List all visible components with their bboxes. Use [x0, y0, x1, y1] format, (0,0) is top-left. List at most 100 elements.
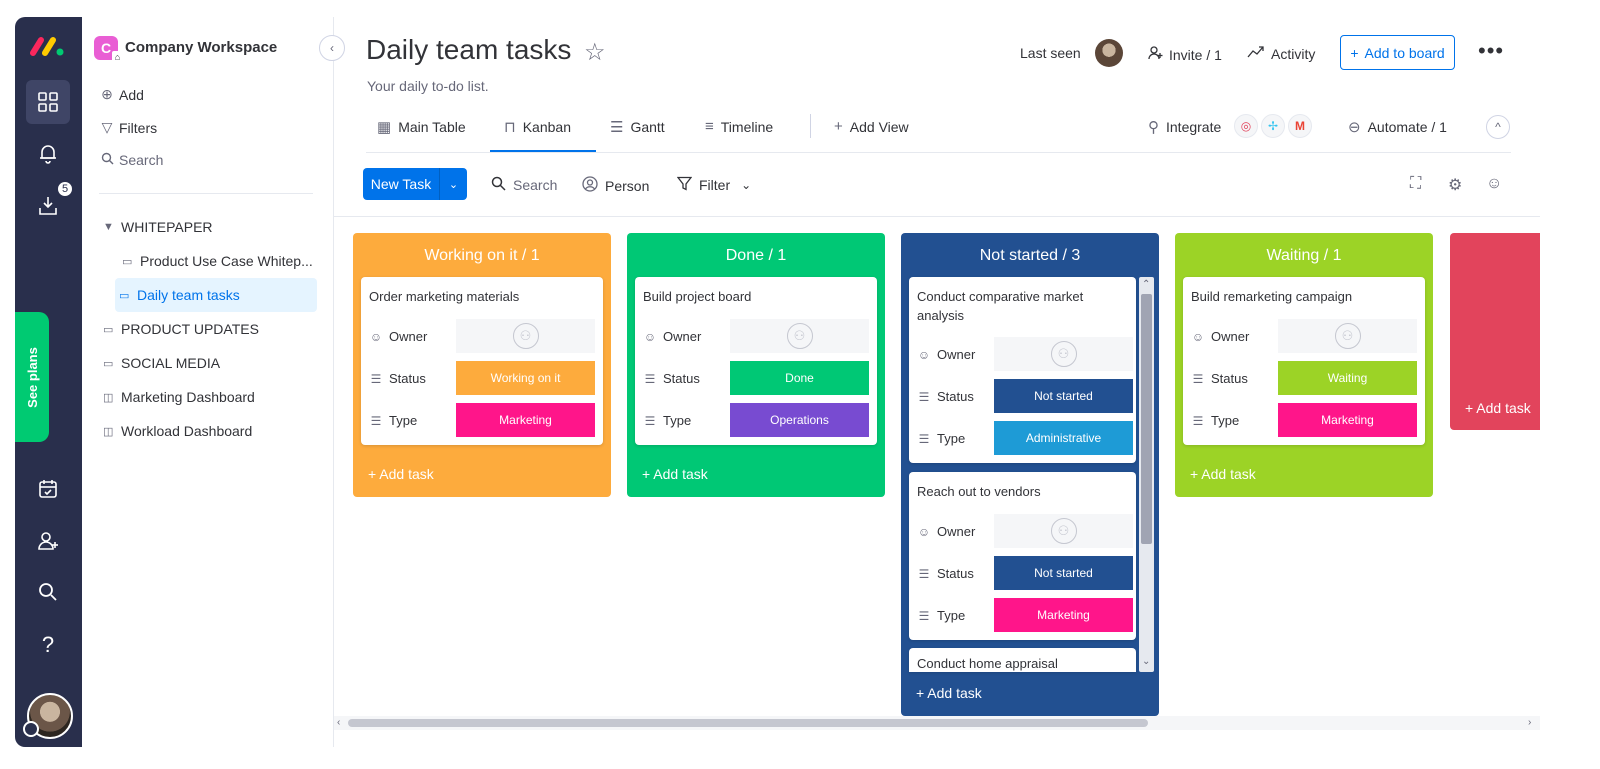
status-pill[interactable]: Not started	[994, 379, 1133, 413]
task-card[interactable]: Build remarketing campaign ☺ Owner ⚇ ☰ Sta…	[1183, 277, 1425, 445]
scroll-up-icon[interactable]: ⌃	[1142, 279, 1150, 290]
add-view-label: Add View	[849, 118, 909, 135]
tab-timeline[interactable]: ≡ Timeline	[705, 118, 773, 135]
card-title[interactable]: Conduct comparative market analysis	[917, 287, 1127, 325]
card-title[interactable]: Build remarketing campaign	[1191, 287, 1416, 306]
integrate-button[interactable]: ⚲ Integrate	[1148, 118, 1221, 136]
add-task-button[interactable]: + Add task	[368, 466, 434, 482]
activity-button[interactable]: Activity	[1247, 45, 1315, 62]
add-to-board-button[interactable]: + Add to board	[1340, 35, 1455, 70]
sidebar-item-label: Daily team tasks	[137, 287, 240, 303]
status-pill[interactable]: Waiting	[1278, 361, 1417, 395]
board-search[interactable]: Search	[491, 176, 557, 194]
column-scrollbar-thumb[interactable]	[1141, 294, 1152, 544]
sidebar-item-daily-team-tasks[interactable]: ▭ Daily team tasks	[115, 278, 317, 312]
star-icon[interactable]: ☆	[584, 38, 606, 67]
chevron-down-icon[interactable]: ⌄	[439, 168, 467, 200]
integration-app-icon[interactable]: ◎	[1234, 114, 1258, 138]
board-description[interactable]: Your daily to-do list.	[367, 78, 489, 94]
gmail-icon[interactable]: M	[1288, 114, 1312, 138]
page-title[interactable]: Daily team tasks	[366, 34, 571, 66]
tab-gantt[interactable]: ☰ Gantt	[610, 118, 665, 136]
workspaces-icon[interactable]	[26, 80, 70, 124]
status-pill[interactable]: Working on it	[456, 361, 595, 395]
tab-main-table[interactable]: ▦ Main Table	[377, 118, 466, 136]
type-pill[interactable]: Marketing	[456, 403, 595, 437]
add-task-button[interactable]: + Add task	[1465, 400, 1531, 416]
feedback-icon[interactable]: ☺	[1486, 175, 1502, 193]
status-pill[interactable]: Done	[730, 361, 869, 395]
invite-button[interactable]: Invite / 1	[1147, 45, 1222, 64]
search-icon[interactable]	[26, 570, 70, 614]
type-pill[interactable]: Marketing	[1278, 403, 1417, 437]
sidebar-search[interactable]: Search	[99, 152, 163, 168]
chevron-up-icon[interactable]: ^	[1486, 115, 1510, 139]
see-plans-button[interactable]: See plans	[15, 312, 49, 442]
settings-icon[interactable]: ⚙	[1448, 175, 1462, 195]
invite-icon[interactable]	[26, 519, 70, 563]
add-task-button[interactable]: + Add task	[916, 685, 982, 701]
last-seen-label[interactable]: Last seen	[1020, 45, 1081, 61]
new-task-button[interactable]: New Task ⌄	[363, 168, 467, 200]
last-seen-avatar[interactable]	[1095, 39, 1123, 67]
monday-logo[interactable]	[29, 35, 67, 62]
person-filter-button[interactable]: Person	[582, 176, 649, 195]
task-card[interactable]: Order marketing materials ☺ Owner ⚇ ☰ Stat…	[361, 277, 603, 445]
add-action[interactable]: ⊕ Add	[99, 86, 144, 103]
filter-button[interactable]: Filter ⌄	[676, 176, 751, 194]
see-plans-label: See plans	[24, 346, 40, 408]
automate-button[interactable]: ⊖ Automate / 1	[1348, 118, 1447, 136]
calendar-icon[interactable]	[26, 467, 70, 511]
type-pill[interactable]: Marketing	[994, 598, 1133, 632]
type-field-label: ☰ Type	[917, 431, 966, 446]
tab-kanban[interactable]: ⊓ Kanban	[504, 118, 571, 136]
sidebar-item-label: SOCIAL MEDIA	[121, 355, 221, 371]
scroll-down-icon[interactable]: ⌄	[1142, 656, 1150, 667]
add-task-button[interactable]: + Add task	[642, 466, 708, 482]
task-card[interactable]: Conduct comparative market analysis ☺ Own…	[909, 277, 1136, 463]
card-title[interactable]: Build project board	[643, 287, 868, 306]
collapse-sidebar-button[interactable]: ‹	[319, 35, 345, 61]
field-label: Status	[1211, 371, 1248, 386]
sidebar-item-social-media[interactable]: ▭ SOCIAL MEDIA	[99, 346, 318, 380]
status-pill[interactable]: Not started	[994, 556, 1133, 590]
sidebar-item-product-use-case[interactable]: ▭ Product Use Case Whitep...	[118, 244, 317, 278]
horizontal-scrollbar-thumb[interactable]	[348, 719, 1148, 727]
board-icon: ▭	[119, 289, 130, 302]
sidebar-item-workload-dashboard[interactable]: ◫ Workload Dashboard	[99, 414, 318, 448]
kanban-icon: ⊓	[504, 119, 516, 136]
sidebar-item-product-updates[interactable]: ▭ PRODUCT UPDATES	[99, 312, 318, 346]
add-task-button[interactable]: + Add task	[1190, 466, 1256, 482]
sidebar-item-marketing-dashboard[interactable]: ◫ Marketing Dashboard	[99, 380, 318, 414]
task-card[interactable]: Conduct home appraisal	[909, 648, 1136, 672]
scroll-left-icon[interactable]: ‹	[337, 717, 340, 728]
search-icon	[99, 152, 115, 168]
owner-cell[interactable]: ⚇	[456, 319, 595, 353]
scroll-right-icon[interactable]: ›	[1528, 717, 1531, 728]
help-icon[interactable]: ?	[26, 623, 70, 667]
type-pill[interactable]: Operations	[730, 403, 869, 437]
add-view-button[interactable]: + Add View	[834, 118, 909, 135]
folder-whitepaper[interactable]: ▼ WHITEPAPER	[99, 210, 318, 244]
type-pill[interactable]: Administrative	[994, 421, 1133, 455]
column-header[interactable]: Not started / 3	[901, 233, 1159, 279]
column-header[interactable]: Done / 1	[627, 233, 885, 279]
owner-cell[interactable]: ⚇	[730, 319, 869, 353]
slack-icon[interactable]: ✢	[1261, 114, 1285, 138]
board-icon: ▭	[122, 255, 133, 268]
card-title[interactable]: Reach out to vendors	[917, 482, 1127, 501]
card-title[interactable]: Conduct home appraisal	[917, 654, 1127, 672]
column-header[interactable]: Waiting / 1	[1175, 233, 1433, 279]
more-options-icon[interactable]: •••	[1478, 38, 1504, 64]
owner-cell[interactable]: ⚇	[994, 514, 1133, 548]
card-title[interactable]: Order marketing materials	[369, 287, 594, 306]
bell-icon[interactable]	[26, 131, 70, 175]
workspace-name[interactable]: Company Workspace	[125, 39, 277, 56]
filters-action[interactable]: ▽ Filters	[99, 119, 158, 136]
task-card[interactable]: Build project board ☺ Owner ⚇ ☰ Status Don…	[635, 277, 877, 445]
fullscreen-icon[interactable]: ⛶	[1410, 175, 1421, 193]
owner-cell[interactable]: ⚇	[1278, 319, 1417, 353]
task-card[interactable]: Reach out to vendors ☺ Owner ⚇ ☰ Status No…	[909, 472, 1136, 640]
owner-cell[interactable]: ⚇	[994, 337, 1133, 371]
column-header[interactable]: Working on it / 1	[353, 233, 611, 279]
